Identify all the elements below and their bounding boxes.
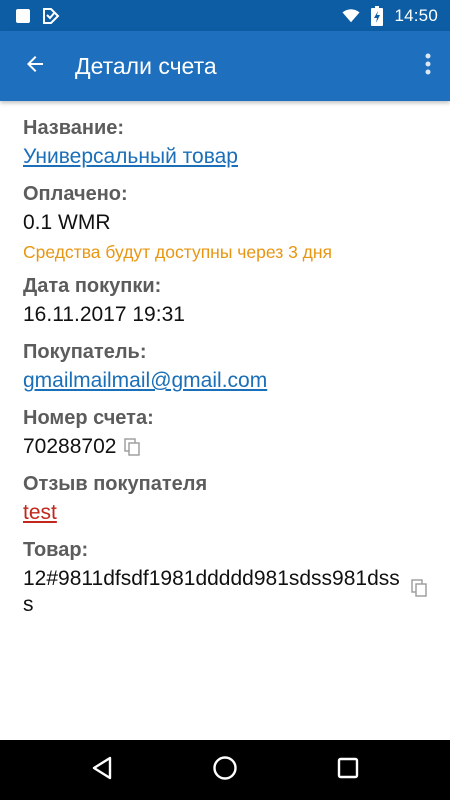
- square-notification-icon: [14, 7, 32, 25]
- overflow-menu-button[interactable]: [406, 31, 450, 101]
- funds-availability-note: Средства будут доступны через 3 дня: [23, 242, 333, 262]
- status-bar: 14:50: [0, 0, 450, 31]
- page-title: Детали счета: [75, 52, 217, 79]
- status-right: 14:50: [342, 5, 438, 26]
- invoice-number-label: Номер счета:: [23, 407, 154, 429]
- more-vert-icon: [425, 52, 431, 81]
- paid-field: Оплачено: 0.1 WMR Средства будут доступн…: [23, 180, 450, 264]
- name-field: Название: Универсальный товар: [23, 114, 450, 172]
- back-triangle-icon: [91, 756, 113, 785]
- copy-invoice-number-icon[interactable]: [122, 437, 142, 457]
- nav-recents-button[interactable]: [318, 740, 378, 800]
- system-navigation-bar: [0, 740, 450, 800]
- check-notification-icon: [42, 7, 60, 25]
- back-button[interactable]: [0, 31, 70, 101]
- wifi-icon: [342, 7, 361, 25]
- paid-amount: 0.1 WMR: [23, 211, 111, 234]
- product-row: 12#9811dfsdf1981ddddd981sdss981dsss: [23, 564, 450, 618]
- app-toolbar: Детали счета: [0, 31, 450, 101]
- product-label: Товар:: [23, 539, 89, 561]
- invoice-number: 70288702: [23, 435, 117, 458]
- name-label: Название:: [23, 117, 125, 139]
- review-label: Отзыв покупателя: [23, 473, 208, 495]
- nav-back-button[interactable]: [72, 740, 132, 800]
- product-name-link[interactable]: Универсальный товар: [23, 142, 450, 172]
- copy-product-icon[interactable]: [409, 578, 429, 598]
- recents-square-icon: [337, 757, 359, 784]
- review-link[interactable]: test: [23, 498, 57, 528]
- invoice-number-row: 70288702: [23, 432, 450, 462]
- arrow-back-icon: [23, 52, 47, 81]
- purchase-date: 16.11.2017 19:31: [23, 303, 185, 326]
- nav-home-button[interactable]: [195, 740, 255, 800]
- product-field: Товар: 12#9811dfsdf1981ddddd981sdss981ds…: [23, 536, 450, 618]
- buyer-label: Покупатель:: [23, 341, 147, 363]
- product-code: 12#9811dfsdf1981ddddd981sdss981dsss: [23, 567, 400, 616]
- date-field: Дата покупки: 16.11.2017 19:31: [23, 272, 450, 330]
- buyer-field: Покупатель: gmailmailmail@gmail.com: [23, 338, 450, 396]
- home-circle-icon: [212, 755, 238, 786]
- status-time: 14:50: [394, 5, 438, 25]
- status-left: [14, 7, 60, 25]
- battery-icon: [368, 5, 386, 26]
- invoice-number-field: Номер счета: 70288702: [23, 404, 450, 462]
- date-label: Дата покупки:: [23, 275, 162, 297]
- invoice-details: Название: Универсальный товар Оплачено: …: [0, 101, 450, 740]
- review-field: Отзыв покупателя test: [23, 470, 450, 528]
- paid-label: Оплачено:: [23, 183, 128, 205]
- buyer-email-link[interactable]: gmailmailmail@gmail.com: [23, 366, 450, 396]
